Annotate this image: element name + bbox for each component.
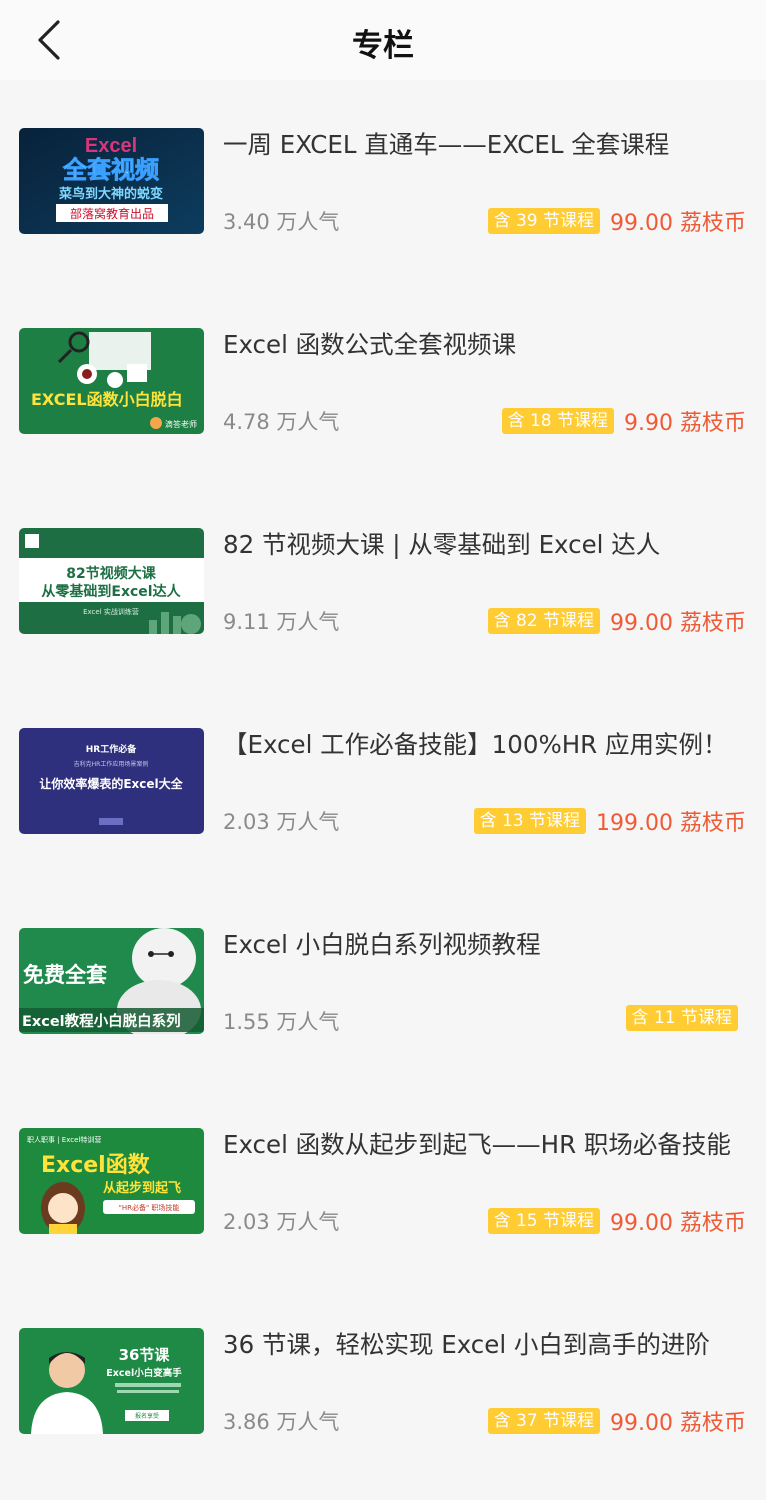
course-item[interactable]: Excel 全套视频 菜鸟到大神的蜕变 部落窝教育出品 一周 EXCEL 直通车… bbox=[0, 80, 766, 280]
popularity-count: 2.03 万人气 bbox=[223, 1210, 340, 1234]
lesson-count-badge: 含 13 节课程 bbox=[473, 808, 587, 834]
popularity-count: 3.86 万人气 bbox=[223, 1410, 340, 1434]
course-thumbnail: 82节视频大课 从零基础到Excel达人 Excel 实战训练营 bbox=[19, 528, 204, 634]
course-thumbnail: 免费全套 Excel教程小白脱白系列 bbox=[19, 928, 204, 1034]
course-title: Excel 函数公式全套视频课 bbox=[223, 330, 517, 359]
thumbnail-text: 部落窝教育出品 bbox=[70, 206, 154, 221]
thumbnail-text: Excel函数 bbox=[41, 1152, 151, 1178]
course-meta: 含 18 节课程 9.90 荔枝币 bbox=[501, 405, 746, 437]
course-item[interactable]: 82节视频大课 从零基础到Excel达人 Excel 实战训练营 82 节视频大… bbox=[0, 480, 766, 680]
lesson-count-badge: 含 18 节课程 bbox=[501, 408, 615, 434]
course-title: Excel 小白脱白系列视频教程 bbox=[223, 930, 541, 959]
thumbnail-text: Excel bbox=[85, 135, 137, 157]
popularity-count: 9.11 万人气 bbox=[223, 610, 340, 634]
thumbnail-text: 从起步到起飞 bbox=[103, 1180, 181, 1196]
lesson-count-badge: 含 82 节课程 bbox=[487, 608, 601, 634]
thumbnail-text: 从零基础到Excel达人 bbox=[41, 583, 181, 600]
thumbnail-text: 滴答老师 bbox=[165, 419, 197, 429]
price: 99.00 荔枝币 bbox=[610, 1211, 746, 1236]
thumbnail-text: 吉利克HR工作应用场景案例 bbox=[74, 760, 149, 768]
course-item[interactable]: EXCEL函数小白脱白 滴答老师 Excel 函数公式全套视频课 4.78 万人… bbox=[0, 280, 766, 480]
thumbnail-text: Excel小白变高手 bbox=[106, 1367, 182, 1379]
top-navigation-bar: 专栏 bbox=[0, 0, 766, 80]
course-thumbnail: EXCEL函数小白脱白 滴答老师 bbox=[19, 328, 204, 434]
course-meta: 含 15 节课程 99.00 荔枝币 bbox=[487, 1205, 746, 1237]
course-thumbnail: 职人职事 | Excel特训营 Excel函数 从起步到起飞 "HR必备" 职场… bbox=[19, 1128, 204, 1234]
course-meta: 含 13 节课程 199.00 荔枝币 bbox=[473, 805, 746, 837]
course-title: 【Excel 工作必备技能】100%HR 应用实例！ bbox=[223, 730, 728, 759]
lesson-count-badge: 含 39 节课程 bbox=[487, 208, 601, 234]
course-title: 一周 EXCEL 直通车——EXCEL 全套课程 bbox=[223, 130, 670, 159]
thumbnail-text: EXCEL函数小白脱白 bbox=[31, 390, 183, 409]
course-meta: 含 82 节课程 99.00 荔枝币 bbox=[487, 605, 746, 637]
course-title: Excel 函数从起步到起飞——HR 职场必备技能 bbox=[223, 1130, 731, 1159]
course-item[interactable]: 职人职事 | Excel特训营 Excel函数 从起步到起飞 "HR必备" 职场… bbox=[0, 1080, 766, 1280]
popularity-count: 1.55 万人气 bbox=[223, 1010, 340, 1034]
thumbnail-text: 菜鸟到大神的蜕变 bbox=[58, 186, 163, 202]
thumbnail-text: HR工作必备 bbox=[86, 743, 137, 755]
course-thumbnail: Excel 全套视频 菜鸟到大神的蜕变 部落窝教育出品 bbox=[19, 128, 204, 234]
thumbnail-text: Excel 实战训练营 bbox=[83, 607, 139, 616]
price: 199.00 荔枝币 bbox=[596, 811, 746, 836]
course-title: 36 节课，轻松实现 Excel 小白到高手的进阶 bbox=[223, 1330, 710, 1359]
price: 99.00 荔枝币 bbox=[610, 611, 746, 636]
thumbnail-text: Excel教程小白脱白系列 bbox=[22, 1012, 181, 1030]
thumbnail-text: 82节视频大课 bbox=[66, 565, 156, 582]
lesson-count-badge: 含 37 节课程 bbox=[487, 1408, 601, 1434]
course-meta: 含 37 节课程 99.00 荔枝币 bbox=[487, 1405, 746, 1437]
thumbnail-text: 职人职事 | Excel特训营 bbox=[27, 1135, 101, 1144]
thumbnail-text: 报名享受 bbox=[135, 1412, 159, 1420]
popularity-count: 4.78 万人气 bbox=[223, 410, 340, 434]
course-meta: 含 11 节课程 bbox=[625, 1005, 738, 1031]
course-item[interactable]: HR工作必备 吉利克HR工作应用场景案例 让你效率爆表的Excel大全 【Exc… bbox=[0, 680, 766, 880]
thumbnail-text: 全套视频 bbox=[62, 156, 159, 184]
course-meta: 含 39 节课程 99.00 荔枝币 bbox=[487, 205, 746, 237]
course-thumbnail: HR工作必备 吉利克HR工作应用场景案例 让你效率爆表的Excel大全 bbox=[19, 728, 204, 834]
course-title: 82 节视频大课 | 从零基础到 Excel 达人 bbox=[223, 530, 661, 559]
page-title: 专栏 bbox=[352, 28, 414, 64]
popularity-count: 3.40 万人气 bbox=[223, 210, 340, 234]
thumbnail-text: "HR必备" 职场技能 bbox=[119, 1203, 180, 1212]
popularity-count: 2.03 万人气 bbox=[223, 810, 340, 834]
price: 99.00 荔枝币 bbox=[610, 1411, 746, 1436]
price: 9.90 荔枝币 bbox=[624, 411, 746, 436]
course-item[interactable]: 免费全套 Excel教程小白脱白系列 Excel 小白脱白系列视频教程 1.55… bbox=[0, 880, 766, 1080]
thumbnail-text: 36节课 bbox=[119, 1346, 171, 1364]
lesson-count-badge: 含 15 节课程 bbox=[487, 1208, 601, 1234]
course-item[interactable]: 36节课 Excel小白变高手 报名享受 36 节课，轻松实现 Excel 小白… bbox=[0, 1280, 766, 1480]
price: 99.00 荔枝币 bbox=[610, 211, 746, 236]
course-thumbnail: 36节课 Excel小白变高手 报名享受 bbox=[19, 1328, 204, 1434]
thumbnail-text: 让你效率爆表的Excel大全 bbox=[39, 776, 183, 791]
lesson-count-badge: 含 11 节课程 bbox=[625, 1005, 738, 1031]
thumbnail-text: 免费全套 bbox=[23, 963, 107, 987]
